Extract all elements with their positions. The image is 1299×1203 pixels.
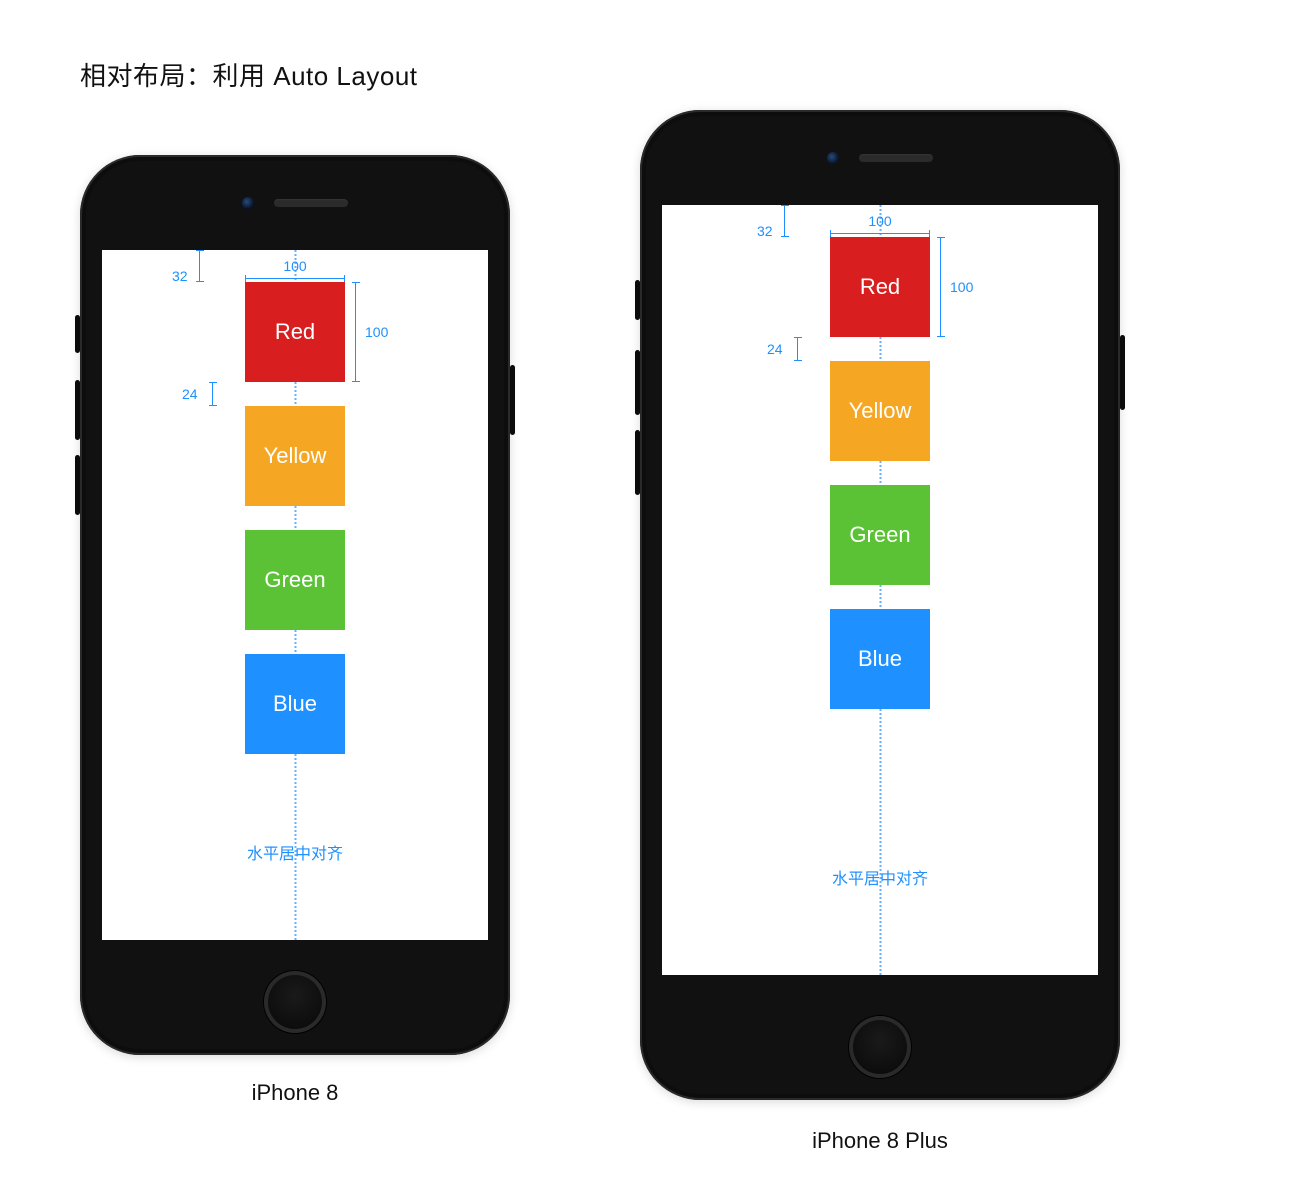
volume-up-button: [75, 380, 80, 440]
block-blue: Blue: [245, 654, 345, 754]
anno-gap: 24: [767, 341, 783, 357]
home-button[interactable]: [849, 1016, 911, 1078]
volume-down-button: [75, 455, 80, 515]
center-align-label: 水平居中对齐: [832, 865, 928, 889]
front-camera-icon: [827, 152, 839, 164]
mute-switch: [75, 315, 80, 353]
power-button: [510, 365, 515, 435]
block-yellow-label: Yellow: [849, 398, 912, 424]
mute-switch: [635, 280, 640, 320]
anno-width: 100: [283, 258, 306, 274]
block-blue-label: Blue: [858, 646, 902, 672]
device-iphone8plus: 32 100 Red Yellow Green Blue 100 24 水平居中…: [640, 110, 1120, 1100]
bracket-top-margin: [784, 205, 785, 237]
anno-gap: 24: [182, 386, 198, 402]
block-blue-label: Blue: [273, 691, 317, 717]
block-blue: Blue: [830, 609, 930, 709]
home-button[interactable]: [264, 971, 326, 1033]
block-green: Green: [830, 485, 930, 585]
page-title: 相对布局：利用 Auto Layout: [80, 56, 418, 93]
block-red: Red: [245, 282, 345, 382]
earpiece-speaker: [274, 199, 348, 207]
bracket-width: [245, 278, 345, 279]
block-red-label: Red: [860, 274, 900, 300]
earpiece-speaker: [859, 154, 933, 162]
bracket-height: [940, 237, 941, 337]
power-button: [1120, 335, 1125, 410]
device-label-iphone8plus: iPhone 8 Plus: [812, 1128, 948, 1154]
block-red: Red: [830, 237, 930, 337]
block-green: Green: [245, 530, 345, 630]
anno-width: 100: [868, 213, 891, 229]
bracket-gap: [212, 382, 213, 406]
volume-up-button: [635, 350, 640, 415]
bracket-gap: [797, 337, 798, 361]
anno-height: 100: [365, 324, 388, 340]
anno-top-margin: 32: [757, 223, 773, 239]
device-label-iphone8: iPhone 8: [252, 1080, 339, 1106]
device-iphone8: 32 100 Red Yellow Green Blue 100 24 水平居中…: [80, 155, 510, 1055]
anno-height: 100: [950, 279, 973, 295]
screen-iphone8: 32 100 Red Yellow Green Blue 100 24 水平居中…: [102, 250, 488, 940]
block-green-label: Green: [849, 522, 910, 548]
front-camera-icon: [242, 197, 254, 209]
bracket-top-margin: [199, 250, 200, 282]
center-align-label: 水平居中对齐: [247, 840, 343, 864]
block-yellow: Yellow: [245, 406, 345, 506]
bracket-width: [830, 233, 930, 234]
block-green-label: Green: [264, 567, 325, 593]
anno-top-margin: 32: [172, 268, 188, 284]
block-red-label: Red: [275, 319, 315, 345]
block-yellow-label: Yellow: [264, 443, 327, 469]
volume-down-button: [635, 430, 640, 495]
bracket-height: [355, 282, 356, 382]
block-yellow: Yellow: [830, 361, 930, 461]
screen-iphone8plus: 32 100 Red Yellow Green Blue 100 24 水平居中…: [662, 205, 1098, 975]
